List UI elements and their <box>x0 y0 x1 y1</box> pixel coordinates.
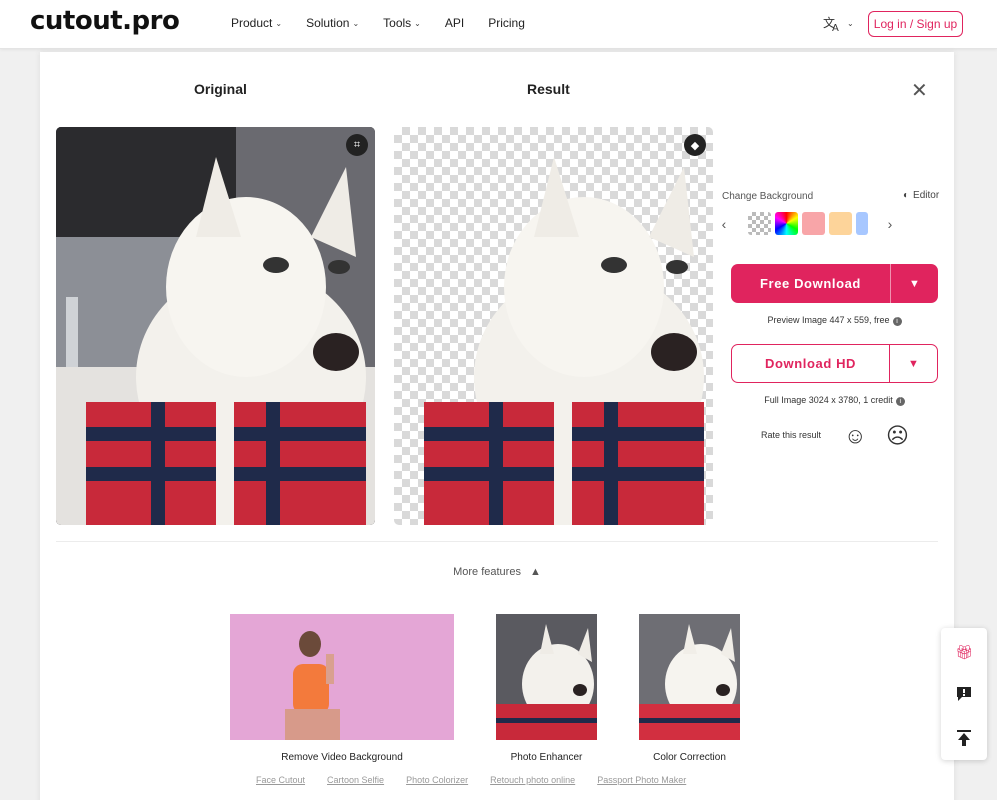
close-icon[interactable]: ✕ <box>911 78 928 103</box>
original-title: Original <box>194 81 247 97</box>
original-photo-dog <box>56 127 375 525</box>
feature-label: Photo Enhancer <box>510 752 583 763</box>
nav-tools-label: Tools <box>383 16 412 30</box>
nav-pricing[interactable]: Pricing <box>488 16 525 30</box>
original-image: ⌗ <box>56 127 375 525</box>
login-signup-button[interactable]: Log in / Sign up <box>868 11 963 37</box>
background-swatches: ‹ › <box>722 212 898 235</box>
floating-toolbar: 🎁︎ <box>941 628 987 760</box>
section-divider <box>56 541 938 542</box>
more-features-toggle[interactable]: More features ▲ <box>40 566 954 578</box>
language-selector[interactable]: 文A ⌄ <box>823 14 854 32</box>
nav-solution-label: Solution <box>306 16 350 30</box>
translate-icon: 文A <box>823 15 839 32</box>
swatch-blue[interactable] <box>856 212 868 235</box>
feature-remove-video-bg[interactable] <box>230 614 454 745</box>
smile-face-icon[interactable]: ☺ <box>844 423 866 449</box>
nav-api-label: API <box>444 16 465 30</box>
full-note-text: Full Image 3024 x 3780, 1 credit <box>764 395 893 405</box>
download-hd-label[interactable]: Download HD <box>732 345 889 382</box>
feature-links: Face Cutout Cartoon Selfie Photo Coloriz… <box>256 775 686 785</box>
swatch-peach[interactable] <box>829 212 852 235</box>
nav-tools[interactable]: Tools ⌄ <box>383 16 421 30</box>
download-hd-button[interactable]: Download HD ▼ <box>731 344 938 383</box>
feature-label: Color Correction <box>653 752 726 763</box>
nav-product-label: Product <box>231 16 273 30</box>
feature-label: Remove Video Background <box>281 752 403 763</box>
swatch-color-picker[interactable] <box>775 212 798 235</box>
caret-down-icon[interactable]: ▼ <box>889 345 937 382</box>
result-image: ◆ <box>394 127 713 525</box>
editor-label: Editor <box>913 190 940 201</box>
back-to-top-icon[interactable] <box>954 728 974 748</box>
caret-up-icon: ▲ <box>530 566 541 578</box>
feedback-glyph <box>957 687 971 701</box>
change-background-label: Change Background <box>722 191 814 202</box>
nav-pricing-label: Pricing <box>488 16 525 30</box>
feature-photo-enhancer[interactable] <box>496 614 597 745</box>
link-face-cutout[interactable]: Face Cutout <box>256 775 305 785</box>
chevron-left-icon[interactable]: ‹ <box>716 216 732 232</box>
feature-remove-video-bg-image <box>230 614 454 740</box>
full-image-note: Full Image 3024 x 3780, 1 credit i <box>731 395 938 406</box>
nav-solution[interactable]: Solution ⌄ <box>306 16 359 30</box>
palette-icon: ◐ <box>903 190 910 201</box>
cutout-logo[interactable]: cutout.pro <box>30 6 180 36</box>
top-navigation-bar: cutout.pro Product ⌄ Solution ⌄ Tools ⌄ API… <box>0 0 997 49</box>
nav-product[interactable]: Product ⌄ <box>231 16 282 30</box>
feedback-icon[interactable] <box>954 684 974 704</box>
swatch-pink[interactable] <box>802 212 825 235</box>
editor-button[interactable]: ◐ Editor <box>903 190 939 201</box>
result-panel: Original Result ✕ ⌗ ◆ Change Background … <box>40 52 954 800</box>
chevron-down-icon: ⌄ <box>275 18 283 28</box>
gift-icon[interactable]: 🎁︎ <box>954 642 974 662</box>
caret-down-icon[interactable]: ▼ <box>890 264 938 303</box>
free-download-label[interactable]: Free Download <box>731 264 890 303</box>
link-photo-colorizer[interactable]: Photo Colorizer <box>406 775 468 785</box>
result-title: Result <box>527 81 570 97</box>
more-features-label: More features <box>453 566 521 578</box>
sad-face-icon[interactable]: ☹ <box>886 423 909 449</box>
chevron-down-icon: ⌄ <box>352 18 360 28</box>
feature-photo-enhancer-image <box>496 614 597 740</box>
nav-api[interactable]: API <box>445 16 464 30</box>
info-icon[interactable]: i <box>892 317 902 326</box>
result-photo-dog-cutout <box>424 157 704 525</box>
feature-color-correction-image <box>639 614 740 740</box>
info-icon[interactable]: i <box>895 397 905 406</box>
link-cartoon-selfie[interactable]: Cartoon Selfie <box>327 775 384 785</box>
rate-label: Rate this result <box>761 430 822 440</box>
feature-color-correction[interactable] <box>639 614 740 745</box>
link-retouch-photo[interactable]: Retouch photo online <box>490 775 575 785</box>
chevron-right-icon[interactable]: › <box>882 216 898 232</box>
preview-note-text: Preview Image 447 x 559, free <box>767 315 890 325</box>
swatch-transparent[interactable] <box>748 212 771 235</box>
crop-icon[interactable]: ⌗ <box>346 134 368 156</box>
free-download-button[interactable]: Free Download ▼ <box>731 264 938 303</box>
main-nav: Product ⌄ Solution ⌄ Tools ⌄ API Pricing <box>231 16 525 30</box>
eraser-icon[interactable]: ◆ <box>684 134 706 156</box>
chevron-down-icon: ⌄ <box>414 18 421 28</box>
chevron-down-icon: ⌄ <box>847 18 854 28</box>
link-passport-photo[interactable]: Passport Photo Maker <box>597 775 686 785</box>
svg-text:A: A <box>832 23 839 32</box>
arrow-up-glyph <box>957 730 971 746</box>
preview-note: Preview Image 447 x 559, free i <box>731 315 938 326</box>
